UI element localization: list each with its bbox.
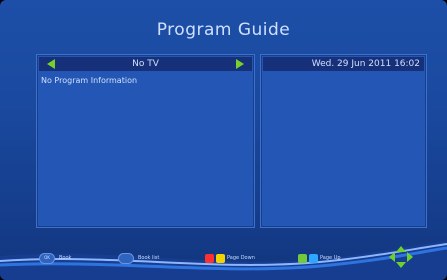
arrow-left-icon — [389, 252, 395, 262]
yellow-button-icon[interactable] — [216, 253, 225, 263]
book-list-label: Book list — [138, 255, 160, 261]
book-label: Book — [59, 255, 72, 261]
blue-button-icon[interactable] — [309, 253, 318, 263]
page-title: Program Guide — [156, 20, 291, 40]
arrow-up-icon — [396, 246, 406, 252]
channel-name: No TV — [132, 59, 159, 69]
program-details-panel: Wed. 29 Jun 2011 16:02 — [260, 54, 427, 228]
channel-panel: No TV No Program Information — [36, 54, 255, 228]
program-guide-screen: Program Guide No TV No Program Informati… — [0, 0, 447, 280]
arrow-down-icon — [396, 262, 406, 268]
page-down-hint: Page Down — [205, 251, 255, 265]
red-button-icon[interactable] — [205, 253, 214, 263]
current-datetime: Wed. 29 Jun 2011 16:02 — [311, 59, 420, 69]
page-down-label: Page Down — [227, 255, 255, 261]
book-list-hint: Book list — [118, 251, 159, 265]
datetime-header: Wed. 29 Jun 2011 16:02 — [263, 57, 424, 71]
page-up-hint: Page Up — [298, 251, 341, 265]
arrow-right-icon — [407, 252, 413, 262]
footer-bar: OK Book Book list Page Down Page Up — [0, 235, 447, 280]
ok-button-icon[interactable]: OK — [39, 252, 55, 264]
next-channel-icon[interactable] — [236, 59, 244, 69]
green-button-icon[interactable] — [298, 253, 307, 263]
program-info-message: No Program Information — [41, 76, 138, 85]
navigation-arrows-icon — [389, 245, 413, 269]
book-list-button-icon[interactable] — [118, 252, 134, 264]
ok-book-hint: OK Book — [39, 251, 71, 265]
page-up-label: Page Up — [320, 255, 341, 261]
channel-header: No TV — [39, 57, 252, 71]
